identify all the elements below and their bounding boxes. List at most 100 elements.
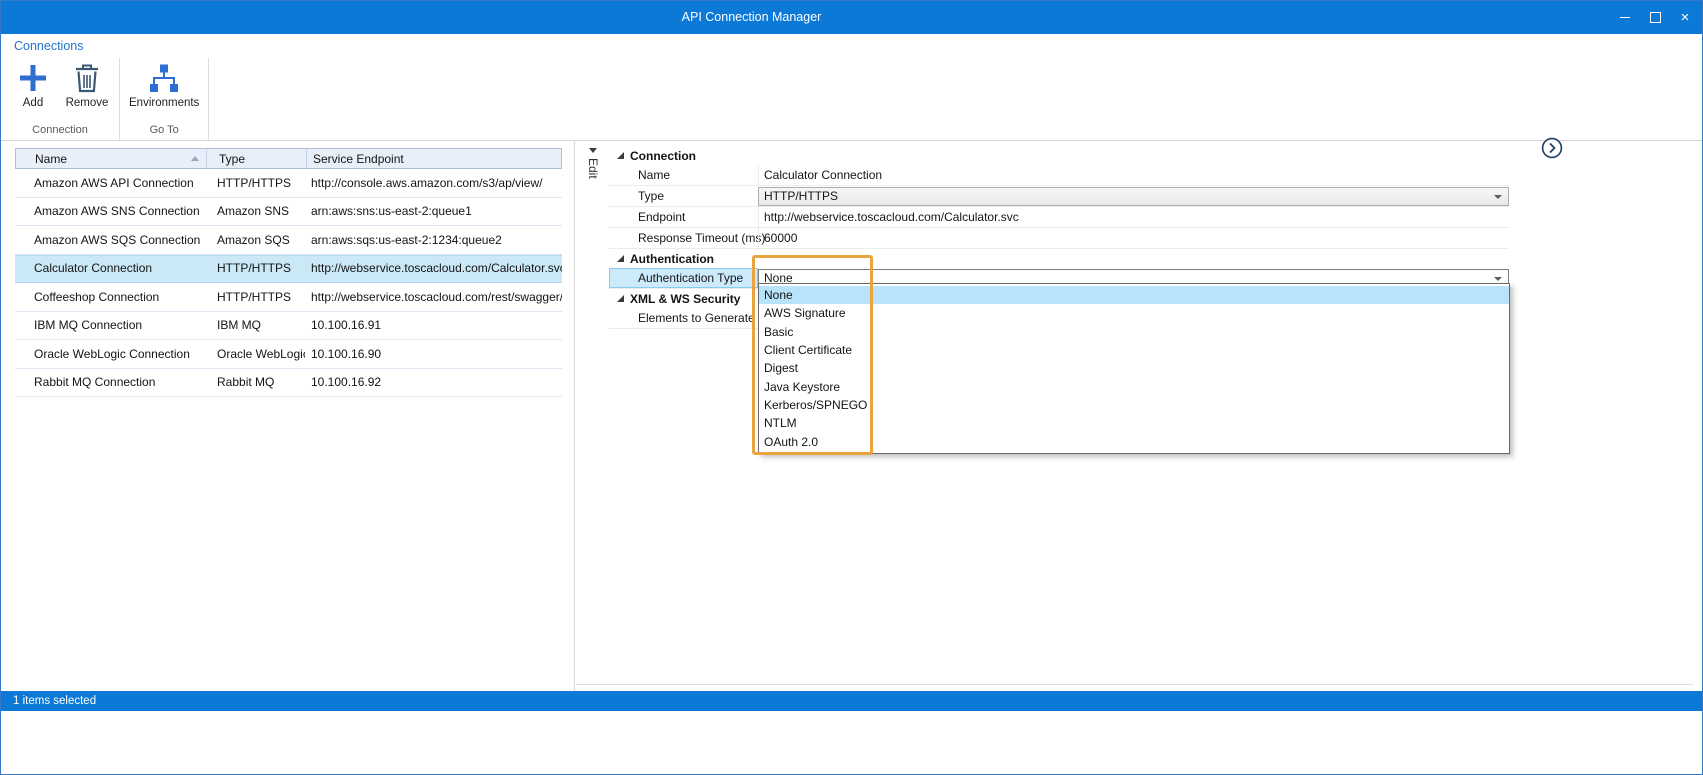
column-header-name-label: Name xyxy=(35,152,67,166)
table-row[interactable]: Amazon AWS SQS Connection Amazon SQS arn… xyxy=(15,226,562,255)
remove-trash-icon xyxy=(75,60,99,96)
cell-name: Amazon AWS SNS Connection xyxy=(15,198,205,226)
remove-button[interactable]: Remove xyxy=(60,58,114,109)
edit-tab-label: Edit xyxy=(586,158,600,179)
environments-button-label: Environments xyxy=(129,97,199,109)
prop-value-name[interactable]: Calculator Connection xyxy=(758,165,1509,185)
cell-name: IBM MQ Connection xyxy=(15,312,205,340)
add-button[interactable]: Add xyxy=(6,58,60,109)
ribbon-buttons: Environments xyxy=(125,58,203,109)
dropdown-option[interactable]: NTLM xyxy=(759,414,1509,432)
app-window: API Connection Manager × Connections Add xyxy=(0,0,1703,775)
table-row[interactable]: Oracle WebLogic Connection Oracle WebLog… xyxy=(15,340,562,369)
cell-type: Oracle WebLogic xyxy=(205,340,305,368)
column-header-type[interactable]: Type xyxy=(206,149,306,168)
cell-endpoint: http://webservice.toscacloud.com/rest/sw… xyxy=(305,283,562,311)
panel-splitter[interactable] xyxy=(574,141,575,691)
group-xml-ws-security-label: XML & WS Security xyxy=(630,292,740,306)
group-label-connection: Connection xyxy=(6,122,114,140)
dropdown-option[interactable]: Client Certificate xyxy=(759,341,1509,359)
prop-row-type[interactable]: Type HTTP/HTTPS xyxy=(609,186,1509,207)
expander-icon[interactable] xyxy=(617,152,624,159)
table-header: Name Type Service Endpoint xyxy=(15,148,562,169)
group-connection[interactable]: Connection xyxy=(609,146,1509,165)
maximize-icon xyxy=(1650,12,1661,23)
add-button-label: Add xyxy=(23,97,43,109)
environments-button[interactable]: Environments xyxy=(125,58,203,109)
add-plus-icon xyxy=(17,60,49,96)
dropdown-option[interactable]: None xyxy=(759,286,1509,304)
cell-type: Amazon SNS xyxy=(205,198,305,226)
authentication-type-dropdown-list: None AWS Signature Basic Client Certific… xyxy=(758,283,1510,454)
chevron-right-circle-icon xyxy=(1541,137,1563,159)
cell-name: Coffeeshop Connection xyxy=(15,283,205,311)
ribbon-buttons: Add Remove xyxy=(6,58,114,109)
close-button[interactable]: × xyxy=(1670,1,1700,34)
cell-endpoint: arn:aws:sns:us-east-2:queue1 xyxy=(305,198,562,226)
ribbon: Connections Add xyxy=(1,34,1702,141)
tab-connections[interactable]: Connections xyxy=(14,39,84,53)
prop-value-type: HTTP/HTTPS xyxy=(758,186,1509,206)
table-row[interactable]: IBM MQ Connection IBM MQ 10.100.16.91 xyxy=(15,312,562,341)
prop-value-response-timeout[interactable]: 60000 xyxy=(758,228,1509,248)
dropdown-option[interactable]: Kerberos/SPNEGO xyxy=(759,396,1509,414)
cell-endpoint: 10.100.16.91 xyxy=(305,312,562,340)
cell-name: Amazon AWS API Connection xyxy=(15,169,205,197)
cell-type: HTTP/HTTPS xyxy=(205,255,305,283)
dropdown-option[interactable]: AWS Signature xyxy=(759,304,1509,322)
dropdown-option[interactable]: Digest xyxy=(759,359,1509,377)
table-row[interactable]: Rabbit MQ Connection Rabbit MQ 10.100.16… xyxy=(15,369,562,398)
prop-value-endpoint[interactable]: http://webservice.toscacloud.com/Calcula… xyxy=(758,207,1509,227)
prop-label-elements-to-generate: Elements to Generate xyxy=(609,308,758,328)
group-connection-label: Connection xyxy=(630,149,696,163)
cell-name: Rabbit MQ Connection xyxy=(15,369,205,397)
table-row[interactable]: Coffeeshop Connection HTTP/HTTPS http://… xyxy=(15,283,562,312)
group-authentication-label: Authentication xyxy=(630,252,714,266)
collapse-panel-icon xyxy=(589,148,597,153)
dropdown-option[interactable]: OAuth 2.0 xyxy=(759,432,1509,450)
prop-label-type: Type xyxy=(609,186,758,206)
table-row[interactable]: Amazon AWS API Connection HTTP/HTTPS htt… xyxy=(15,169,562,198)
column-header-service-endpoint[interactable]: Service Endpoint xyxy=(306,149,561,168)
expand-panel-button[interactable] xyxy=(1541,137,1563,159)
maximize-button[interactable] xyxy=(1640,1,1670,34)
prop-label-endpoint: Endpoint xyxy=(609,207,758,227)
table-row[interactable]: Amazon AWS SNS Connection Amazon SNS arn… xyxy=(15,198,562,227)
prop-row-endpoint[interactable]: Endpoint http://webservice.toscacloud.co… xyxy=(609,207,1509,228)
ribbon-body: Add Remove Con xyxy=(1,58,209,140)
expander-icon[interactable] xyxy=(617,255,624,262)
dropdown-option[interactable]: Basic xyxy=(759,323,1509,341)
group-label-go-to: Go To xyxy=(125,122,203,140)
cell-endpoint: http://webservice.toscacloud.com/Calcula… xyxy=(305,255,562,283)
cell-name: Amazon AWS SQS Connection xyxy=(15,226,205,254)
edit-tab[interactable]: Edit xyxy=(580,148,606,179)
cell-type: HTTP/HTTPS xyxy=(205,283,305,311)
window-title: API Connection Manager xyxy=(1,1,1502,34)
minimize-button[interactable] xyxy=(1610,1,1640,34)
prop-label-response-timeout: Response Timeout (ms) xyxy=(609,228,758,248)
dropdown-option[interactable]: Java Keystore xyxy=(759,377,1509,395)
table-body: Amazon AWS API Connection HTTP/HTTPS htt… xyxy=(15,169,562,397)
prop-row-response-timeout[interactable]: Response Timeout (ms) 60000 xyxy=(609,228,1509,249)
cell-type: Rabbit MQ xyxy=(205,369,305,397)
close-icon: × xyxy=(1681,10,1690,25)
column-header-type-label: Type xyxy=(219,152,245,166)
expander-icon[interactable] xyxy=(617,295,624,302)
status-bar: 1 items selected xyxy=(1,691,1702,711)
prop-label-name: Name xyxy=(609,165,758,185)
cell-name: Calculator Connection xyxy=(15,255,205,283)
ribbon-group-connection: Add Remove Con xyxy=(1,58,120,140)
title-bar: API Connection Manager × xyxy=(1,1,1702,34)
sort-ascending-icon xyxy=(191,156,199,161)
panel-bottom-border xyxy=(576,684,1693,685)
column-header-name[interactable]: Name xyxy=(16,149,206,168)
minimize-icon xyxy=(1620,17,1630,18)
type-combobox[interactable]: HTTP/HTTPS xyxy=(758,187,1509,206)
table-row[interactable]: Calculator Connection HTTP/HTTPS http://… xyxy=(15,255,562,284)
prop-row-name[interactable]: Name Calculator Connection xyxy=(609,165,1509,186)
group-authentication[interactable]: Authentication xyxy=(609,249,1509,268)
chevron-down-icon xyxy=(1494,195,1502,199)
connections-table: Name Type Service Endpoint Amazon AWS AP… xyxy=(15,148,562,397)
cell-endpoint: 10.100.16.92 xyxy=(305,369,562,397)
environments-icon xyxy=(146,60,182,96)
